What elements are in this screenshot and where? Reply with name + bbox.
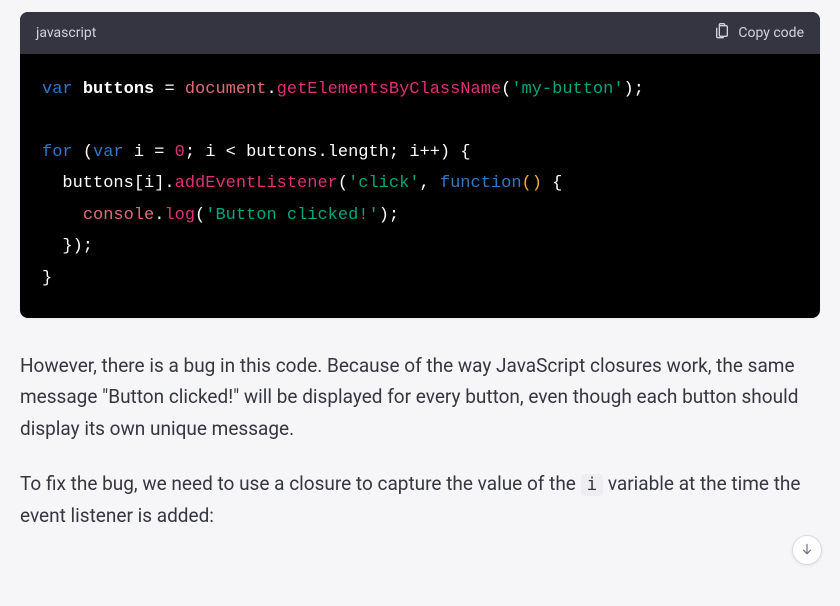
inline-code-i: i: [581, 474, 604, 496]
paragraph-2: To fix the bug, we need to use a closure…: [20, 468, 820, 531]
copy-code-button[interactable]: Copy code: [714, 22, 804, 44]
arrow-down-icon: [800, 541, 814, 560]
string-literal: 'my-button': [511, 80, 623, 99]
scroll-down-button[interactable]: [792, 535, 822, 565]
string-literal: 'click': [348, 174, 419, 193]
fn-args: (): [522, 174, 542, 193]
keyword-var: var: [42, 80, 73, 99]
keyword-function: function: [440, 174, 522, 193]
number-literal: 0: [175, 143, 185, 162]
keyword-for: for: [42, 143, 73, 162]
code-block-header: javascript Copy code: [20, 12, 820, 54]
clipboard-icon: [714, 22, 730, 44]
identifier: buttons: [83, 80, 154, 99]
string-literal: 'Button clicked!': [205, 206, 378, 225]
method-name: addEventListener: [175, 174, 338, 193]
document-obj: document: [185, 80, 267, 99]
method-name: getElementsByClassName: [277, 80, 501, 99]
code-block: javascript Copy code var buttons = docum…: [20, 12, 820, 318]
explanation-text: However, there is a bug in this code. Be…: [20, 350, 820, 531]
code-language-label: javascript: [36, 25, 96, 41]
p2-before: To fix the bug, we need to use a closure…: [20, 472, 581, 495]
copy-code-label: Copy code: [738, 25, 804, 41]
code-content[interactable]: var buttons = document.getElementsByClas…: [20, 54, 820, 318]
paragraph-1: However, there is a bug in this code. Be…: [20, 350, 820, 444]
property: length: [328, 143, 389, 162]
method-name: log: [164, 206, 195, 225]
op-eq: =: [164, 80, 174, 99]
console-obj: console: [83, 206, 154, 225]
